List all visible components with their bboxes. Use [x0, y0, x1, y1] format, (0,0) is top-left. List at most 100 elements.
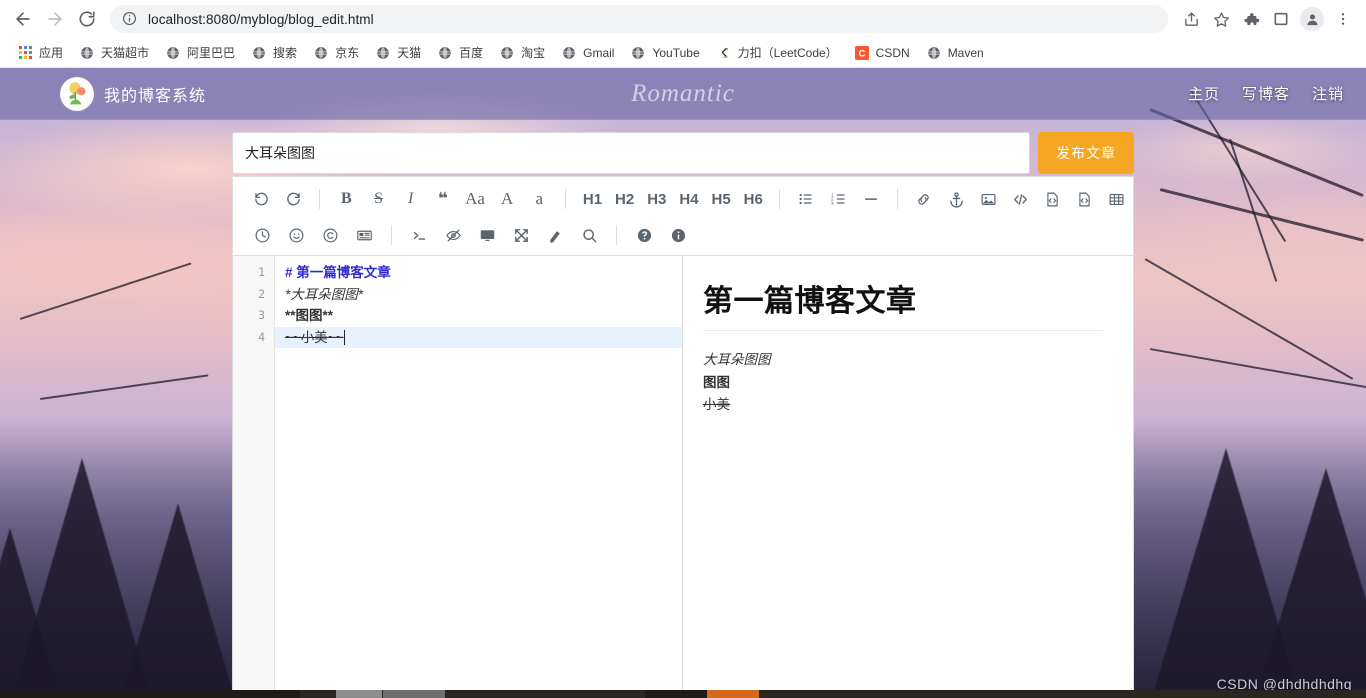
image-icon[interactable]: [972, 184, 1004, 214]
toolbar-separator: [319, 189, 321, 209]
globe-icon: [630, 45, 646, 61]
bookmark-label: 百度: [459, 46, 484, 60]
copyright-icon[interactable]: [313, 220, 347, 250]
taskbar-segment: [0, 690, 300, 698]
code-line-active[interactable]: ~~小美~~: [275, 326, 682, 348]
inline-code-icon[interactable]: [1004, 184, 1036, 214]
strikethrough-icon[interactable]: S: [362, 184, 394, 214]
profile-avatar-icon[interactable]: [1300, 7, 1324, 31]
chrome-menu-icon[interactable]: [1328, 4, 1358, 34]
markdown-editor: B S I ❝ Aa A a H1 H2 H3 H4 H5 H6 123 1 2…: [232, 176, 1134, 698]
bookmark-label: 应用: [39, 46, 64, 60]
back-arrow-icon[interactable]: [8, 4, 38, 34]
page-break-icon[interactable]: [347, 220, 381, 250]
line-number: 2: [258, 286, 265, 301]
share-icon[interactable]: [1176, 4, 1206, 34]
globe-icon: [79, 45, 95, 61]
toolbar-separator: [616, 225, 617, 245]
quote-icon[interactable]: ❝: [427, 184, 459, 214]
flower-avatar-icon: [60, 76, 94, 111]
omnibox-url-text: localhost:8080/myblog/blog_edit.html: [148, 11, 374, 27]
bookmark-tmall[interactable]: 天猫: [367, 41, 429, 64]
markdown-code-area[interactable]: # 第一篇博客文章 *大耳朵图图* **图图** ~~小美~~: [275, 256, 682, 698]
heading-h1-button[interactable]: H1: [576, 184, 608, 214]
heading-h5-button[interactable]: H5: [705, 184, 737, 214]
article-title-input[interactable]: [232, 132, 1030, 174]
globe-icon: [561, 45, 577, 61]
bookmark-gmail[interactable]: Gmail: [553, 42, 622, 64]
italic-source-text: *大耳朵图图*: [285, 286, 364, 302]
editor-toolbar-row-1: B S I ❝ Aa A a H1 H2 H3 H4 H5 H6 123: [233, 181, 1133, 217]
horizontal-rule-icon[interactable]: [855, 184, 887, 214]
datetime-icon[interactable]: [245, 220, 279, 250]
bookmark-leetcode[interactable]: 力扣（LeetCode）: [708, 41, 846, 64]
link-icon[interactable]: [908, 184, 940, 214]
preformatted-icon[interactable]: [1069, 184, 1101, 214]
bookmark-apps[interactable]: 应用: [9, 41, 71, 64]
bookmarks-bar: 应用 天猫超市 阿里巴巴 搜索 京东 天猫 百度 淘宝 Gmail YouTub…: [0, 38, 1366, 68]
code-line[interactable]: *大耳朵图图*: [275, 284, 682, 306]
about-icon[interactable]: [661, 220, 695, 250]
reload-icon[interactable]: [72, 4, 102, 34]
omnibox[interactable]: localhost:8080/myblog/blog_edit.html: [110, 5, 1168, 33]
bookmark-jd[interactable]: 京东: [305, 41, 367, 64]
table-icon[interactable]: [1101, 184, 1133, 214]
site-info-icon[interactable]: [122, 11, 138, 27]
ordered-list-icon[interactable]: 123: [823, 184, 855, 214]
search-icon[interactable]: [572, 220, 606, 250]
nav-item-logout[interactable]: 注销: [1312, 83, 1344, 104]
preview-paragraph-bold: 图图: [703, 374, 730, 390]
heading-h4-button[interactable]: H4: [673, 184, 705, 214]
code-block-icon[interactable]: [1036, 184, 1068, 214]
redo-icon[interactable]: [277, 184, 309, 214]
bookmark-csdn[interactable]: C CSDN: [846, 42, 918, 64]
toolbar-separator: [565, 189, 567, 209]
bookmark-taobao[interactable]: 淘宝: [491, 41, 553, 64]
unordered-list-icon[interactable]: [790, 184, 822, 214]
anchor-icon[interactable]: [940, 184, 972, 214]
csdn-icon: C: [854, 45, 870, 61]
watch-console-icon[interactable]: [402, 220, 436, 250]
code-line[interactable]: # 第一篇博客文章: [275, 262, 682, 284]
bookmark-tmall-supermarket[interactable]: 天猫超市: [71, 41, 157, 64]
bookmark-label: 阿里巴巴: [187, 46, 236, 60]
unwatch-preview-icon[interactable]: [436, 220, 470, 250]
publish-article-button[interactable]: 发布文章: [1038, 132, 1134, 174]
nav-item-write-blog[interactable]: 写博客: [1242, 83, 1290, 104]
browser-chrome: localhost:8080/myblog/blog_edit.html 应用 …: [0, 0, 1366, 68]
site-brand[interactable]: 我的博客系统: [60, 76, 206, 111]
extensions-puzzle-icon[interactable]: [1236, 4, 1266, 34]
taskbar-segment: [336, 690, 382, 698]
heading-h6-button[interactable]: H6: [737, 184, 769, 214]
line-number-gutter: 1 2 3 4: [233, 256, 275, 698]
preview-icon[interactable]: [470, 220, 504, 250]
heading-h3-button[interactable]: H3: [641, 184, 673, 214]
fullscreen-icon[interactable]: [504, 220, 538, 250]
bookmark-maven[interactable]: Maven: [918, 42, 992, 64]
toolbar-separator: [391, 225, 392, 245]
bookmark-baidu[interactable]: 百度: [429, 41, 491, 64]
clear-icon[interactable]: [538, 220, 572, 250]
font-size-icon[interactable]: Aa: [459, 184, 491, 214]
forward-arrow-icon[interactable]: [40, 4, 70, 34]
bookmark-star-icon[interactable]: [1206, 4, 1236, 34]
lowercase-icon[interactable]: a: [523, 184, 555, 214]
bold-icon[interactable]: B: [330, 184, 362, 214]
heading-h2-button[interactable]: H2: [609, 184, 641, 214]
bookmark-alibaba[interactable]: 阿里巴巴: [157, 41, 243, 64]
italic-icon[interactable]: I: [395, 184, 427, 214]
browser-nav-bar: localhost:8080/myblog/blog_edit.html: [0, 0, 1366, 38]
bookmark-search[interactable]: 搜索: [243, 41, 305, 64]
undo-icon[interactable]: [245, 184, 277, 214]
uppercase-icon[interactable]: A: [491, 184, 523, 214]
code-line[interactable]: **图图**: [275, 305, 682, 327]
sidepanel-icon[interactable]: [1266, 4, 1296, 34]
emoji-icon[interactable]: [279, 220, 313, 250]
markdown-source-pane[interactable]: 1 2 3 4 # 第一篇博客文章 *大耳朵图图* **图图** ~~小美~~: [233, 256, 683, 698]
bookmark-label: 力扣（LeetCode）: [737, 46, 838, 60]
site-nav: 主页 写博客 注销: [1188, 83, 1344, 104]
nav-item-home[interactable]: 主页: [1188, 83, 1220, 104]
line-number: 3: [258, 308, 265, 322]
bookmark-youtube[interactable]: YouTube: [622, 42, 707, 64]
help-icon[interactable]: [627, 220, 661, 250]
